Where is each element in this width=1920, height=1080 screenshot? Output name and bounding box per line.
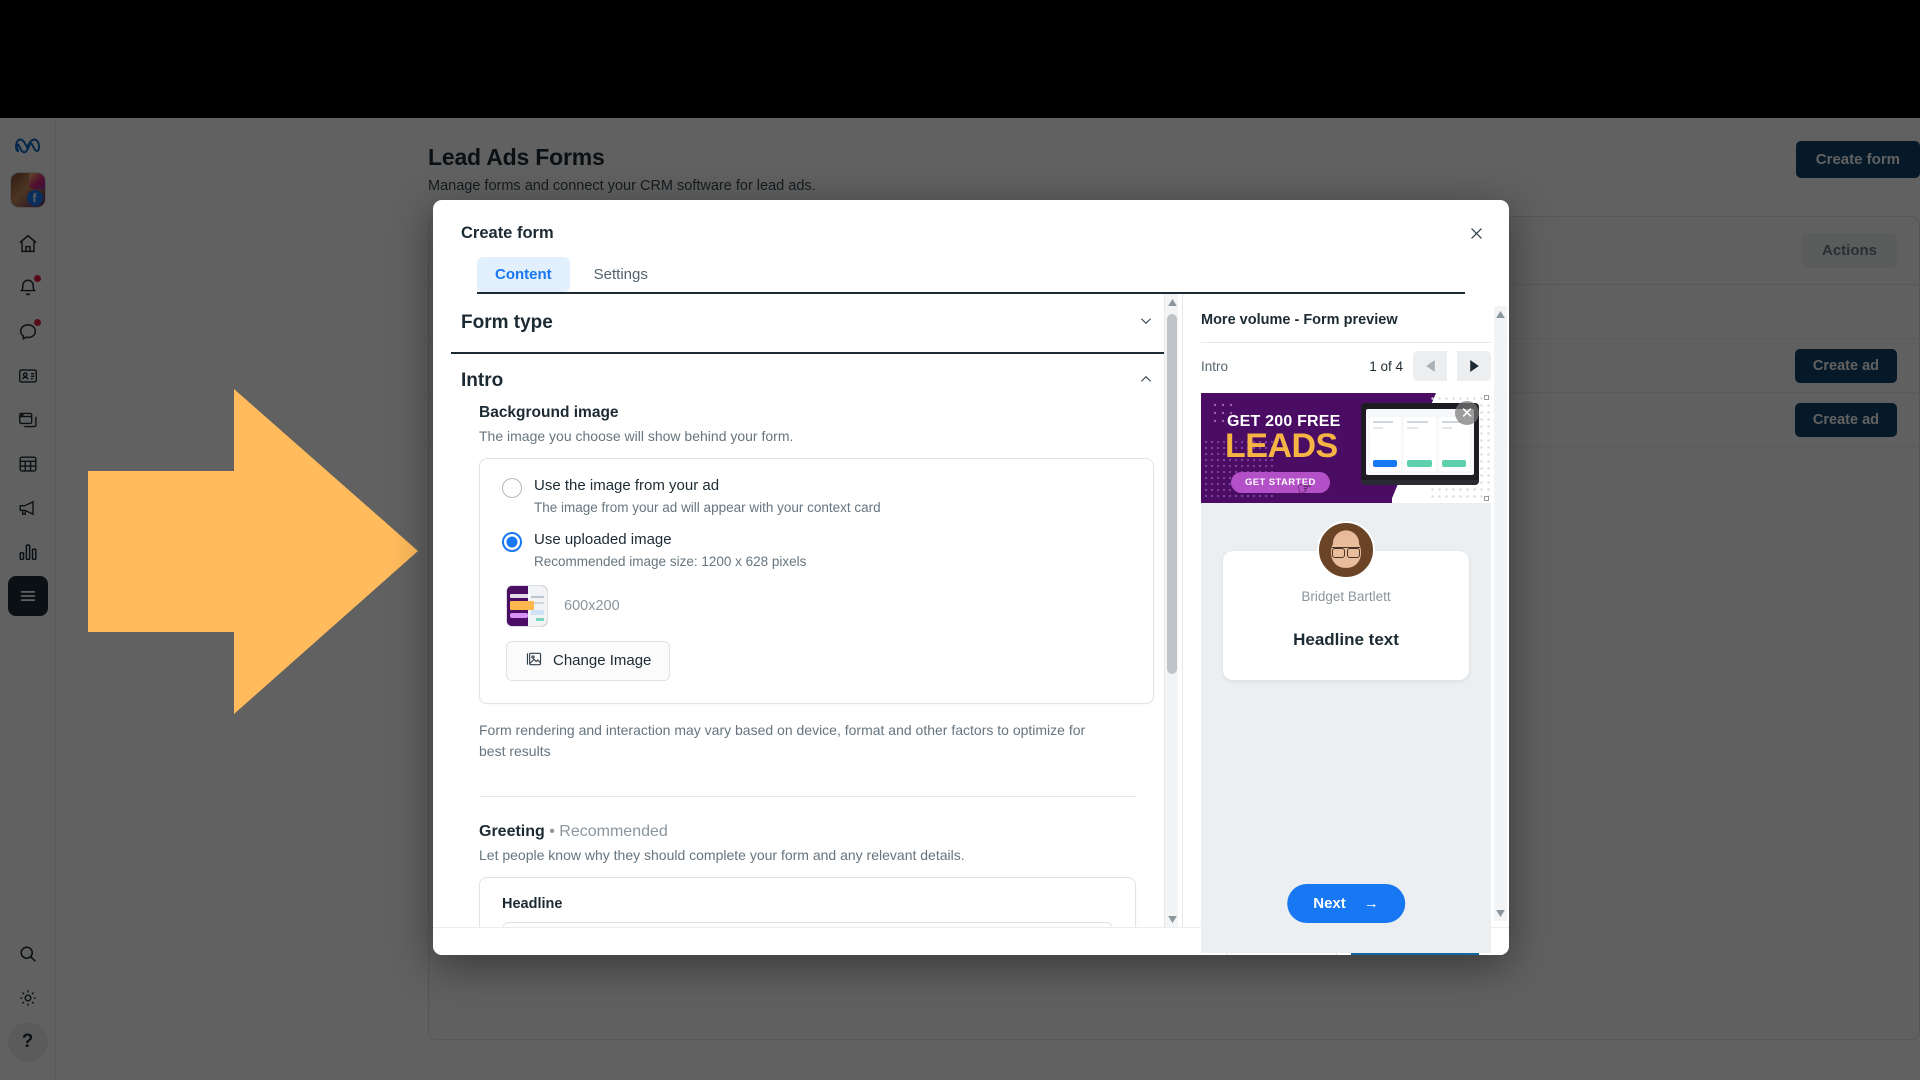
option-use-uploaded-image[interactable]: Use uploaded image Recommended image siz… <box>502 531 1131 569</box>
cursor-hand-icon: ☞ <box>1297 479 1313 498</box>
create-form-modal: Create form Content Settings Form type I… <box>433 200 1509 955</box>
letterbox-bar-top <box>0 0 1920 118</box>
banner-cta-pill: GET STARTED <box>1231 472 1330 493</box>
section-intro-title: Intro <box>461 370 504 391</box>
headline-label: Headline <box>502 895 563 912</box>
screen-pane-2 <box>1404 417 1436 471</box>
background-image-description: The image you choose will show behind yo… <box>479 428 794 444</box>
uploaded-image-row: 600x200 <box>506 584 1131 627</box>
section-form-type[interactable]: Form type <box>451 294 1164 354</box>
banner-line-2: LEADS <box>1225 427 1338 465</box>
preview-title: More volume - Form preview <box>1201 312 1398 328</box>
tab-settings[interactable]: Settings <box>576 257 666 292</box>
thumbnail-screen-accent <box>536 617 544 621</box>
preview-step-label: Intro <box>1201 358 1229 374</box>
resize-handle-top-right[interactable] <box>1484 395 1489 400</box>
section-form-type-title: Form type <box>461 312 553 333</box>
greeting-recommended-badge: • Recommended <box>549 822 668 840</box>
background-image-title: Background image <box>479 404 619 421</box>
greeting-header: Greeting • Recommended Let people know w… <box>479 823 1154 863</box>
close-icon[interactable] <box>1461 218 1491 248</box>
headline-input[interactable]: Enter a short headline 0/60 <box>502 921 1113 927</box>
background-image-options-card: Use the image from your ad The image fro… <box>479 458 1154 704</box>
editor-scrollbar-thumb[interactable] <box>1167 314 1177 674</box>
thumbnail-text-line-1 <box>510 593 530 598</box>
section-intro[interactable]: Intro <box>451 354 1164 398</box>
arrow-right-icon: → <box>1363 895 1379 912</box>
uploaded-image-thumbnail[interactable] <box>506 584 548 627</box>
screen-pane-1 <box>1370 417 1402 471</box>
radio-use-uploaded-image[interactable] <box>502 531 522 552</box>
chevron-down-icon[interactable] <box>1138 313 1154 334</box>
change-image-label: Change Image <box>553 652 652 669</box>
avatar-glasses <box>1332 547 1360 558</box>
preview-avatar <box>1317 521 1375 579</box>
greeting-description: Let people know why they should complete… <box>479 846 965 863</box>
preview-next-button[interactable] <box>1457 351 1491 381</box>
laptop-base <box>1361 480 1479 485</box>
option-use-ad-image-label: Use the image from your ad <box>534 477 720 494</box>
change-image-button[interactable]: Change Image <box>506 640 671 681</box>
image-icon <box>525 651 543 671</box>
option-use-ad-image-help: The image from your ad will appear with … <box>534 499 881 515</box>
uploaded-image-size: 600x200 <box>564 597 620 614</box>
modal-body: Form type Intro Background image The ima… <box>433 294 1509 953</box>
option-use-ad-image[interactable]: Use the image from your ad The image fro… <box>502 477 1131 515</box>
form-preview-canvas: GET 200 FREE LEADS GET STARTED ☞ ✕ Bridg… <box>1201 393 1491 953</box>
greeting-title-row: Greeting • Recommended <box>479 823 1154 841</box>
modal-tabs: Content Settings <box>461 257 1481 292</box>
thumbnail-screen-line-2 <box>534 601 544 604</box>
option-use-uploaded-image-help: Recommended image size: 1200 x 628 pixel… <box>534 553 807 569</box>
thumbnail-cta-pill <box>510 612 528 618</box>
preview-scrollbar[interactable] <box>1494 306 1507 921</box>
chevron-up-icon[interactable] <box>1138 371 1154 392</box>
radio-use-ad-image[interactable] <box>502 478 522 498</box>
editor-scrollbar[interactable] <box>1164 294 1178 927</box>
form-editor-content: Form type Intro Background image The ima… <box>433 294 1182 927</box>
modal-header: Create form Content Settings <box>433 200 1509 294</box>
thumbnail-text-line-2 <box>510 600 534 610</box>
preview-next-label: Next <box>1313 895 1346 912</box>
option-use-uploaded-image-label: Use uploaded image <box>534 530 672 548</box>
background-image-banner[interactable]: GET 200 FREE LEADS GET STARTED ☞ ✕ <box>1201 393 1491 503</box>
tab-content[interactable]: Content <box>477 257 570 292</box>
form-editor-column: Form type Intro Background image The ima… <box>433 294 1183 927</box>
preview-next-cta-button[interactable]: Next → <box>1287 884 1405 923</box>
preview-nav: Intro 1 of 4 <box>1201 343 1491 389</box>
preview-scroll-up-icon[interactable] <box>1494 306 1507 322</box>
section-divider <box>479 795 1136 797</box>
preview-prev-button[interactable] <box>1413 351 1447 381</box>
screen-pane-3 <box>1438 417 1470 471</box>
preview-scroll-down-icon[interactable] <box>1494 905 1507 921</box>
remove-image-icon[interactable]: ✕ <box>1455 401 1479 425</box>
preview-step-count: 1 of 4 <box>1369 358 1403 374</box>
greeting-title: Greeting <box>479 822 545 840</box>
preview-intro-card-wrap: Bridget Bartlett Headline text <box>1223 521 1469 680</box>
rendering-note: Form rendering and interaction may vary … <box>479 721 1086 759</box>
thumbnail-screen-block <box>531 609 544 615</box>
scroll-down-icon[interactable] <box>1165 911 1179 927</box>
headline-field-card: Headline Enter a short headline 0/60 <box>479 876 1136 927</box>
screenshot-root: f <box>0 0 1920 1080</box>
form-preview-column: More volume - Form preview Intro 1 of 4 <box>1183 294 1509 953</box>
background-image-block: Background image The image you choose wi… <box>451 398 1164 704</box>
scroll-up-icon[interactable] <box>1165 294 1179 310</box>
preview-headline-text: Headline text <box>1293 630 1399 649</box>
thumbnail-screen-line-1 <box>531 595 544 598</box>
resize-handle-bottom-right[interactable] <box>1484 496 1489 501</box>
preview-profile-name: Bridget Bartlett <box>1301 589 1391 604</box>
modal-title: Create form <box>461 224 554 242</box>
